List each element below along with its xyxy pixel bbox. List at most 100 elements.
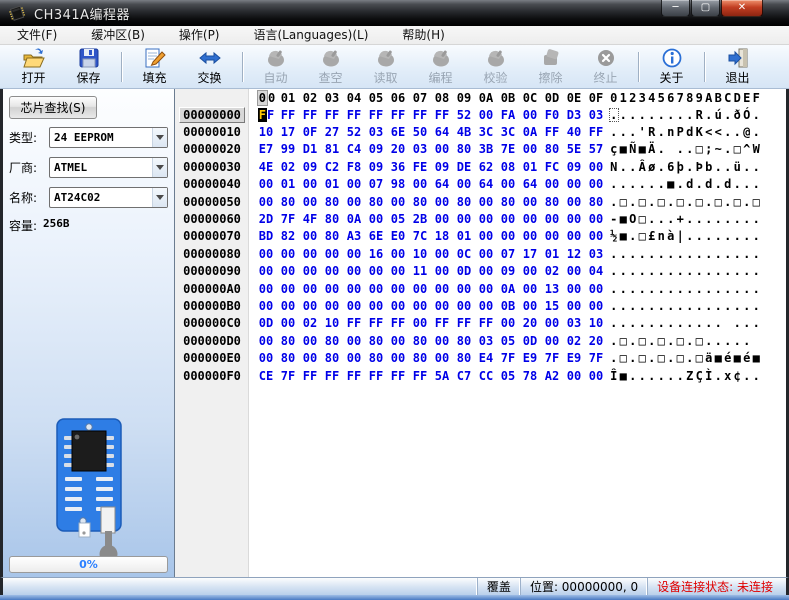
hex-byte[interactable]: D3	[563, 108, 585, 122]
ascii-char[interactable]: .	[609, 247, 619, 261]
ascii-char[interactable]: .	[733, 264, 743, 278]
ascii-char[interactable]: .	[666, 264, 676, 278]
ascii-char[interactable]: .	[647, 195, 657, 209]
hex-byte[interactable]: 80	[321, 195, 343, 209]
hex-byte[interactable]: 00	[277, 247, 299, 261]
ascii-char[interactable]: .	[723, 282, 733, 296]
ascii-char[interactable]: .	[742, 316, 752, 330]
hex-byte[interactable]: FF	[343, 316, 365, 330]
ascii-char[interactable]: .	[638, 108, 648, 122]
ascii-char[interactable]: □	[695, 334, 705, 348]
ascii-char[interactable]: .	[704, 334, 714, 348]
hex-byte[interactable]: 7F	[277, 212, 299, 226]
ascii-char[interactable]: □	[638, 195, 648, 209]
hex-byte[interactable]: 00	[519, 264, 541, 278]
ascii-char[interactable]: ■	[619, 369, 629, 383]
ascii-char[interactable]: .	[647, 351, 657, 365]
hex-byte[interactable]: 03	[409, 142, 431, 156]
ascii-char[interactable]: d	[723, 177, 733, 191]
ascii-char[interactable]: .	[676, 177, 686, 191]
hex-byte[interactable]: 64	[519, 177, 541, 191]
ascii-char[interactable]: .	[752, 264, 762, 278]
hex-byte[interactable]: 00	[475, 282, 497, 296]
hex-byte[interactable]: 00	[519, 282, 541, 296]
ascii-char[interactable]: ■	[733, 351, 743, 365]
hex-byte[interactable]: 80	[585, 195, 607, 209]
hex-byte[interactable]: 04	[585, 264, 607, 278]
ascii-char[interactable]: .	[685, 282, 695, 296]
ascii-char[interactable]: .	[695, 282, 705, 296]
hex-byte[interactable]: 0D	[255, 316, 277, 330]
ascii-char[interactable]: 6	[666, 160, 676, 174]
hex-byte[interactable]: 10	[409, 247, 431, 261]
hex-byte[interactable]: FF	[475, 316, 497, 330]
hex-byte[interactable]: 00	[563, 229, 585, 243]
ascii-char[interactable]: .	[619, 160, 629, 174]
row-address[interactable]: 000000A0	[179, 282, 245, 296]
hex-byte[interactable]: 00	[299, 177, 321, 191]
ascii-char[interactable]: .	[609, 264, 619, 278]
hex-byte[interactable]: 00	[365, 212, 387, 226]
hex-byte[interactable]: 80	[277, 334, 299, 348]
hex-byte[interactable]: 00	[299, 351, 321, 365]
ascii-char[interactable]: □	[657, 351, 667, 365]
hex-byte[interactable]: FF	[365, 369, 387, 383]
ascii-char[interactable]: □	[676, 195, 686, 209]
hex-byte[interactable]: 03	[563, 316, 585, 330]
ascii-char[interactable]: ø	[647, 160, 657, 174]
hex-byte[interactable]: 00	[387, 334, 409, 348]
ascii-char[interactable]: □	[752, 195, 762, 209]
hex-byte[interactable]: 00	[497, 177, 519, 191]
ascii-char[interactable]: .	[723, 195, 733, 209]
ascii-char[interactable]: .	[704, 264, 714, 278]
ascii-char[interactable]: .	[676, 264, 686, 278]
ascii-char[interactable]	[752, 334, 762, 348]
hex-byte[interactable]: 09	[299, 160, 321, 174]
hex-byte[interactable]: 00	[255, 351, 277, 365]
ascii-char[interactable]: .	[609, 108, 619, 122]
hex-byte[interactable]: 62	[475, 160, 497, 174]
hex-byte[interactable]: 00	[541, 177, 563, 191]
hex-byte[interactable]: FF	[409, 108, 431, 122]
ascii-char[interactable]: .	[714, 160, 724, 174]
hex-byte[interactable]: 4F	[299, 212, 321, 226]
menu-item-3[interactable]: 语言(Languages)(L)	[237, 26, 386, 44]
ascii-char[interactable]: .	[752, 316, 762, 330]
toolbar-button-program[interactable]: 编程	[415, 47, 466, 87]
hex-byte[interactable]: 12	[563, 247, 585, 261]
ascii-char[interactable]: .	[619, 299, 629, 313]
hex-byte[interactable]: 00	[431, 334, 453, 348]
hex-byte[interactable]: 09	[365, 142, 387, 156]
chip-find-button[interactable]: 芯片查找(S)	[9, 96, 97, 119]
hex-byte[interactable]: 00	[519, 142, 541, 156]
ascii-char[interactable]: .	[733, 229, 743, 243]
hex-byte[interactable]: FF	[585, 125, 607, 139]
ascii-char[interactable]: þ	[676, 160, 686, 174]
hex-byte[interactable]: 0F	[299, 125, 321, 139]
ascii-char[interactable]: .	[628, 334, 638, 348]
hex-byte[interactable]: 00	[585, 177, 607, 191]
hex-byte[interactable]: 3B	[475, 142, 497, 156]
hex-byte[interactable]: 5E	[563, 142, 585, 156]
hex-byte[interactable]: 00	[585, 212, 607, 226]
ascii-char[interactable]: □	[638, 212, 648, 226]
hex-byte[interactable]: 80	[409, 195, 431, 209]
menu-item-1[interactable]: 缓冲区(B)	[74, 26, 162, 44]
hex-byte[interactable]: 20	[387, 142, 409, 156]
ascii-char[interactable]: .	[647, 264, 657, 278]
ascii-char[interactable]: .	[742, 195, 752, 209]
hex-byte[interactable]: 00	[585, 369, 607, 383]
ascii-char[interactable]: <	[704, 125, 714, 139]
hex-byte[interactable]: 80	[277, 351, 299, 365]
hex-byte[interactable]: 00	[255, 299, 277, 313]
ascii-char[interactable]: .	[714, 299, 724, 313]
hex-byte[interactable]: 10	[255, 125, 277, 139]
ascii-char[interactable]: ¢	[733, 369, 743, 383]
hex-byte[interactable]: 20	[585, 334, 607, 348]
hex-byte[interactable]: 07	[497, 247, 519, 261]
hex-byte[interactable]: FF	[343, 369, 365, 383]
ascii-char[interactable]: .	[733, 125, 743, 139]
ascii-char[interactable]: .	[657, 264, 667, 278]
hex-byte[interactable]: 4E	[255, 160, 277, 174]
ascii-char[interactable]: -	[609, 212, 619, 226]
